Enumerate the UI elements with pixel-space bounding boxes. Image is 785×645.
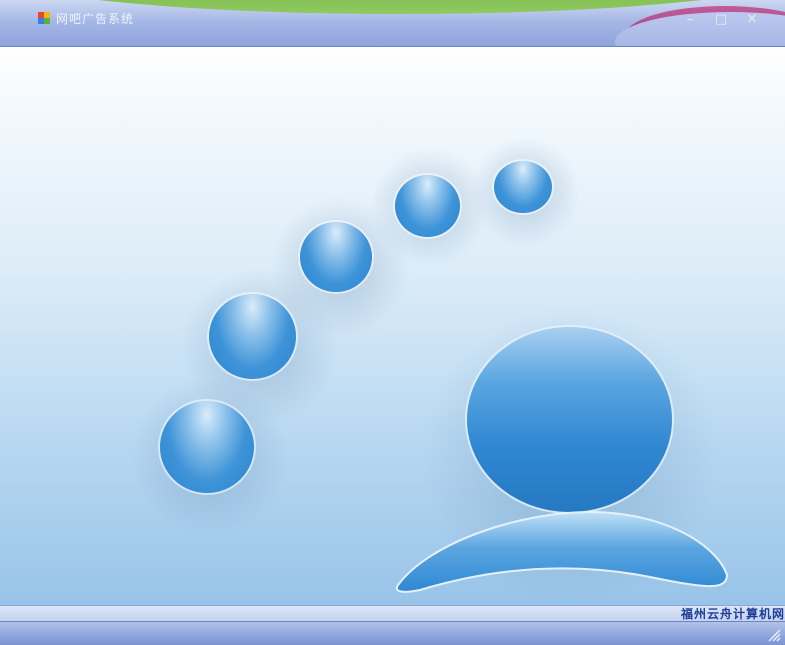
maximize-icon: □ (714, 12, 728, 27)
logo-body (395, 510, 729, 593)
status-company-text: 福州云舟计算机网 (680, 607, 785, 621)
window-title: 网吧广告系统 (56, 12, 135, 26)
close-icon: ✕ (746, 12, 758, 27)
status-bar: 福州云舟计算机网 (0, 605, 785, 622)
minimize-icon: – (686, 12, 694, 27)
windows-flag-icon (38, 12, 50, 24)
window-bottom-frame (0, 621, 785, 645)
title-bar[interactable]: 网吧广告系统 – □ ✕ (0, 0, 785, 47)
close-button[interactable]: ✕ (742, 10, 762, 30)
minimize-button[interactable]: – (680, 10, 700, 30)
maximize-button[interactable]: □ (711, 10, 731, 30)
main-content-area (0, 47, 785, 605)
resize-grip-icon[interactable] (767, 628, 781, 642)
